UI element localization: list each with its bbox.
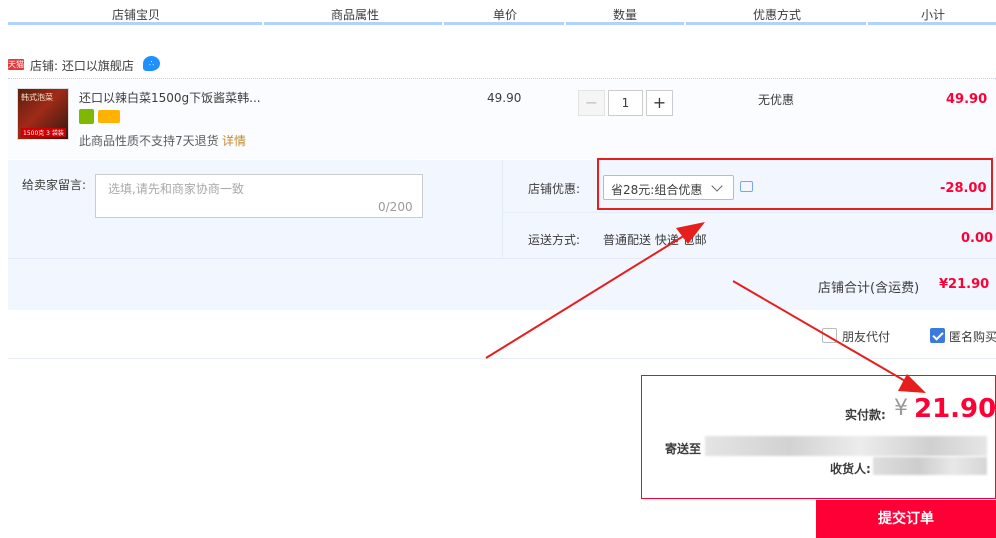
- header-col-qty: 数量: [612, 8, 637, 22]
- divider: [503, 212, 996, 213]
- divider: [8, 358, 996, 359]
- header-divider: [868, 22, 996, 25]
- seller-message-label: 给卖家留言:: [22, 178, 87, 192]
- divider: [8, 258, 996, 259]
- shop-promo-label: 店铺优惠:: [528, 182, 581, 196]
- ship-to-label: 寄送至: [665, 442, 702, 456]
- unit-price: 49.90: [487, 91, 522, 105]
- seller-message-char-count: 0/200: [378, 200, 413, 214]
- item-subtotal: 49.90: [946, 92, 988, 107]
- redacted-address: [705, 436, 987, 456]
- receiver-label: 收货人:: [830, 462, 871, 476]
- thumbnail-text-bottom: 1500克 3 袋装: [21, 128, 66, 137]
- header-divider: [8, 22, 262, 25]
- item-discount: 无优惠: [758, 93, 795, 107]
- anonymous-purchase-checkbox[interactable]: [930, 328, 945, 343]
- friend-pay-label: 朋友代付: [842, 330, 891, 344]
- service-badge-icon: [79, 109, 94, 124]
- friend-pay-checkbox[interactable]: [822, 328, 837, 343]
- header-col-subtotal: 小计: [920, 8, 945, 22]
- actual-payment-label: 实付款:: [845, 408, 886, 422]
- thumbnail-text-top: 韩式泡菜: [21, 93, 53, 102]
- item-thumbnail[interactable]: 韩式泡菜 1500克 3 袋装: [17, 88, 69, 140]
- credit-card-icon: [98, 110, 120, 123]
- item-title-link[interactable]: 还口以辣白菜1500g下饭酱菜韩...: [79, 89, 261, 106]
- annotation-highlight-box: [597, 158, 993, 210]
- header-divider: [444, 22, 564, 25]
- header-col-price: 单价: [492, 8, 517, 22]
- shop-total-amount: ¥21.90: [939, 277, 990, 292]
- chat-seller-icon[interactable]: ∴: [143, 56, 160, 71]
- cart-table-header: 店铺宝贝 商品属性 单价 数量 优惠方式 小计: [0, 0, 996, 28]
- submit-order-button[interactable]: 提交订单: [816, 500, 996, 538]
- shop-name[interactable]: 店铺: 还口以旗舰店: [30, 57, 134, 74]
- header-divider: [264, 22, 442, 25]
- quantity-decrease-button[interactable]: −: [578, 90, 605, 116]
- header-col-item: 店铺宝贝: [111, 8, 160, 22]
- anonymous-purchase-label: 匿名购买: [949, 330, 996, 344]
- actual-payment-amount: 21.90: [914, 394, 996, 424]
- return-policy-note: 此商品性质不支持7天退货: [79, 134, 219, 148]
- redacted-receiver: [873, 457, 987, 475]
- header-divider: [566, 22, 684, 25]
- seller-message-placeholder: 选填,请先和商家协商一致: [108, 182, 244, 196]
- tmall-badge-icon: 天猫: [8, 59, 24, 70]
- shipping-method-value: 普通配送 快递 包邮: [603, 233, 707, 247]
- shipping-fee: 0.00: [961, 231, 994, 246]
- quantity-increase-button[interactable]: +: [646, 90, 673, 116]
- header-col-attrs: 商品属性: [330, 8, 379, 22]
- divider: [502, 160, 503, 258]
- header-col-discount: 优惠方式: [752, 8, 801, 22]
- currency-symbol: ¥: [894, 396, 908, 421]
- header-divider: [686, 22, 866, 25]
- shipping-method-label: 运送方式:: [528, 233, 581, 247]
- quantity-input[interactable]: [608, 90, 643, 116]
- shop-total-label: 店铺合计(含运费): [818, 281, 920, 296]
- return-policy-details-link[interactable]: 详情: [222, 132, 246, 149]
